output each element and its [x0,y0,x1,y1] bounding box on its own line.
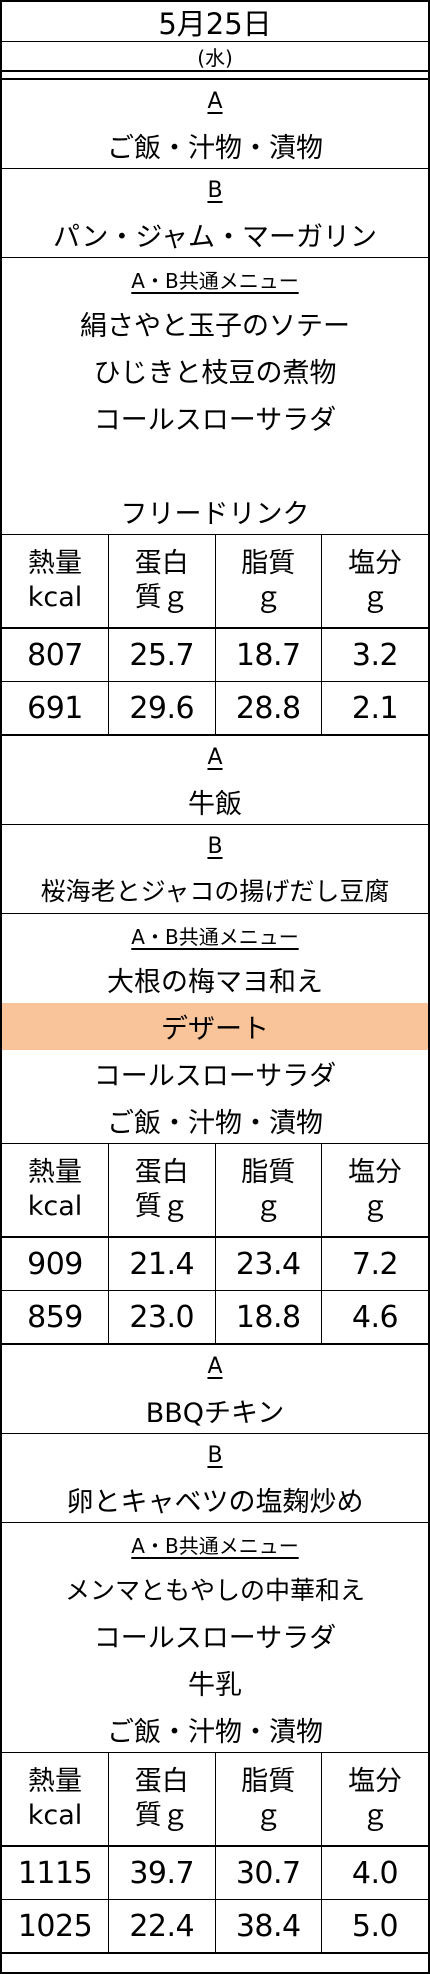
nutrition-row-b: 691 29.6 28.8 2.1 [2,681,428,736]
date-heading: 5月25日 [2,2,428,42]
menu-a-label: A [207,88,223,114]
fat-value: 23.4 [214,1236,322,1291]
energy-value: 859 [2,1290,109,1345]
protein-value: 39.7 [108,1845,216,1900]
menu-b-label: B [207,1442,223,1468]
menu-b-label: B [207,177,223,203]
energy-header: 熱量 kcal [2,1144,109,1238]
common-menu-item: フリードリンク [2,488,428,535]
fat-value: 38.4 [214,1899,322,1954]
menu-b-item: 桜海老とジャコの揚げだし豆腐 [2,867,428,914]
protein-value: 21.4 [108,1236,216,1291]
menu-a-label: A [207,1353,223,1379]
energy-value: 807 [2,627,109,682]
header-divider [2,72,428,80]
dessert-highlight: デザート [2,1003,428,1050]
energy-value: 1025 [2,1899,109,1954]
salt-value: 5.0 [321,1899,428,1954]
common-menu-item: ご飯・汁物・漬物 [2,1706,428,1753]
menu-sheet: 5月25日 (水) A ご飯・汁物・漬物 B パン・ジャム・マーガリン A・B共… [0,0,430,1974]
protein-value: 29.6 [108,681,216,736]
energy-header: 熱量 kcal [2,535,109,629]
nutrition-row-b: 859 23.0 18.8 4.6 [2,1290,428,1345]
fat-value: 18.7 [214,627,322,682]
energy-value: 1115 [2,1845,109,1900]
weekday-label: (水) [2,42,428,72]
common-menu-item: 大根の梅マヨ和え [107,967,323,998]
fat-header: 脂質 ｇ [214,1144,322,1238]
nutrition-row-a: 909 21.4 23.4 7.2 [2,1236,428,1291]
fat-value: 18.8 [214,1290,322,1345]
common-menu-item: メンマともやしの中華和え [64,1575,365,1605]
nutrition-row-a: 1115 39.7 30.7 4.0 [2,1845,428,1900]
meal-1: A ご飯・汁物・漬物 B パン・ジャム・マーガリン A・B共通メニュー 絹さやと… [2,80,428,736]
salt-value: 4.6 [321,1290,428,1345]
fat-header: 脂質 ｇ [214,1753,322,1847]
nutrition-row-b: 1025 22.4 38.4 5.0 [2,1899,428,1954]
meal-3: A BBQチキン B 卵とキャベツの塩麹炒め A・B共通メニュー メンマともやし… [2,1345,428,1954]
meal-2: A 牛飯 B 桜海老とジャコの揚げだし豆腐 A・B共通メニュー 大根の梅マヨ和え… [2,736,428,1345]
energy-header: 熱量 kcal [2,1753,109,1847]
salt-header: 塩分 ｇ [321,1753,428,1847]
menu-a-item: ご飯・汁物・漬物 [2,122,428,169]
salt-value: 4.0 [321,1845,428,1900]
common-menu-item: コールスローサラダ [93,405,337,436]
nutrition-row-a: 807 25.7 18.7 3.2 [2,627,428,682]
nutrition-table: 熱量 kcal 蛋白 質ｇ 脂質 ｇ 塩分 ｇ 1115 39.7 30.7 4.0 1… [2,1753,428,1954]
common-menu-item: 牛乳 [188,1670,242,1701]
common-menu-label: A・B共通メニュー [131,268,299,293]
common-menu-label: A・B共通メニュー [131,1533,299,1558]
menu-a-item: 牛飯 [2,778,428,825]
protein-header: 蛋白 質ｇ [108,1753,216,1847]
salt-header: 塩分 ｇ [321,535,428,629]
common-menu-item: ご飯・汁物・漬物 [2,1097,428,1144]
nutrition-table: 熱量 kcal 蛋白 質ｇ 脂質 ｇ 塩分 ｇ 807 25.7 18.7 3.2 69… [2,535,428,736]
salt-value: 3.2 [321,627,428,682]
salt-header: 塩分 ｇ [321,1144,428,1238]
protein-value: 25.7 [108,627,216,682]
energy-value: 691 [2,681,109,736]
menu-a-item: BBQチキン [2,1387,428,1434]
menu-a-label: A [207,744,223,770]
fat-value: 28.8 [214,681,322,736]
protein-header: 蛋白 質ｇ [108,1144,216,1238]
common-menu-item: コールスローサラダ [93,1623,337,1654]
common-menu-item: コールスローサラダ [93,1061,337,1092]
salt-value: 7.2 [321,1236,428,1291]
fat-header: 脂質 ｇ [214,535,322,629]
protein-value: 22.4 [108,1899,216,1954]
common-menu-label: A・B共通メニュー [131,924,299,949]
nutrition-table: 熱量 kcal 蛋白 質ｇ 脂質 ｇ 塩分 ｇ 909 21.4 23.4 7.2 85… [2,1144,428,1345]
protein-value: 23.0 [108,1290,216,1345]
protein-header: 蛋白 質ｇ [108,535,216,629]
menu-b-item: パン・ジャム・マーガリン [2,211,428,258]
salt-value: 2.1 [321,681,428,736]
fat-value: 30.7 [214,1845,322,1900]
menu-b-label: B [207,833,223,859]
common-menu-item: ひじきと枝豆の煮物 [93,358,337,389]
menu-b-item: 卵とキャベツの塩麹炒め [2,1476,428,1523]
energy-value: 909 [2,1236,109,1291]
common-menu-item: 絹さやと玉子のソテー [80,311,350,342]
